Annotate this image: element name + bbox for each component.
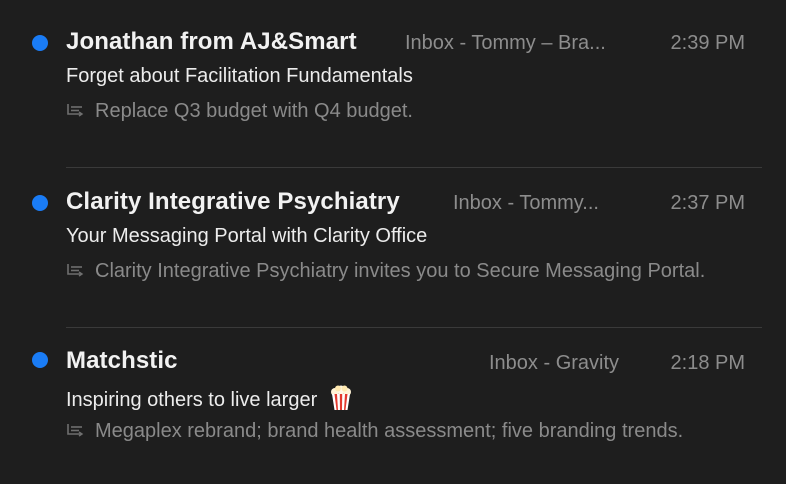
timestamp: 2:18 PM xyxy=(670,352,745,374)
preview-text: Megaplex rebrand; brand health assessmen… xyxy=(95,420,684,442)
unread-indicator xyxy=(32,352,48,368)
mailbox-label: Inbox - Tommy... xyxy=(453,192,599,214)
mailbox-label: Inbox - Tommy – Bra... xyxy=(405,32,606,54)
mailbox-label: Inbox - Gravity xyxy=(489,352,620,374)
preview-text: Clarity Integrative Psychiatry invites y… xyxy=(95,260,706,282)
thread-icon xyxy=(67,424,84,437)
unread-indicator xyxy=(32,195,48,211)
timestamp: 2:39 PM xyxy=(670,32,745,54)
sender-name: Matchstic xyxy=(66,347,178,374)
subject-line: Your Messaging Portal with Clarity Offic… xyxy=(66,225,428,247)
message-item[interactable]: Clarity Integrative Psychiatry Inbox - T… xyxy=(0,168,786,326)
sender-name: Jonathan from AJ&Smart xyxy=(66,28,357,55)
unread-indicator xyxy=(32,35,48,51)
subject-line: Inspiring others to live larger xyxy=(66,385,353,412)
sender-name: Clarity Integrative Psychiatry xyxy=(66,188,400,215)
message-preview: Megaplex rebrand; brand health assessmen… xyxy=(66,417,756,445)
subject-text: Inspiring others to live larger xyxy=(66,389,318,411)
thread-icon xyxy=(67,104,84,117)
subject-line: Forget about Facilitation Fundamentals xyxy=(66,65,413,87)
message-preview: Replace Q3 budget with Q4 budget. xyxy=(66,97,756,125)
preview-text: Replace Q3 budget with Q4 budget. xyxy=(95,100,413,122)
thread-icon xyxy=(67,264,84,277)
message-item[interactable]: Matchstic Inbox - Gravity 2:18 PM Inspir… xyxy=(0,328,786,484)
message-list: Jonathan from AJ&Smart Inbox - Tommy – B… xyxy=(0,0,786,484)
message-preview: Clarity Integrative Psychiatry invites y… xyxy=(66,257,756,285)
popcorn-icon xyxy=(330,385,351,410)
timestamp: 2:37 PM xyxy=(670,192,745,214)
message-item[interactable]: Jonathan from AJ&Smart Inbox - Tommy – B… xyxy=(0,0,786,166)
